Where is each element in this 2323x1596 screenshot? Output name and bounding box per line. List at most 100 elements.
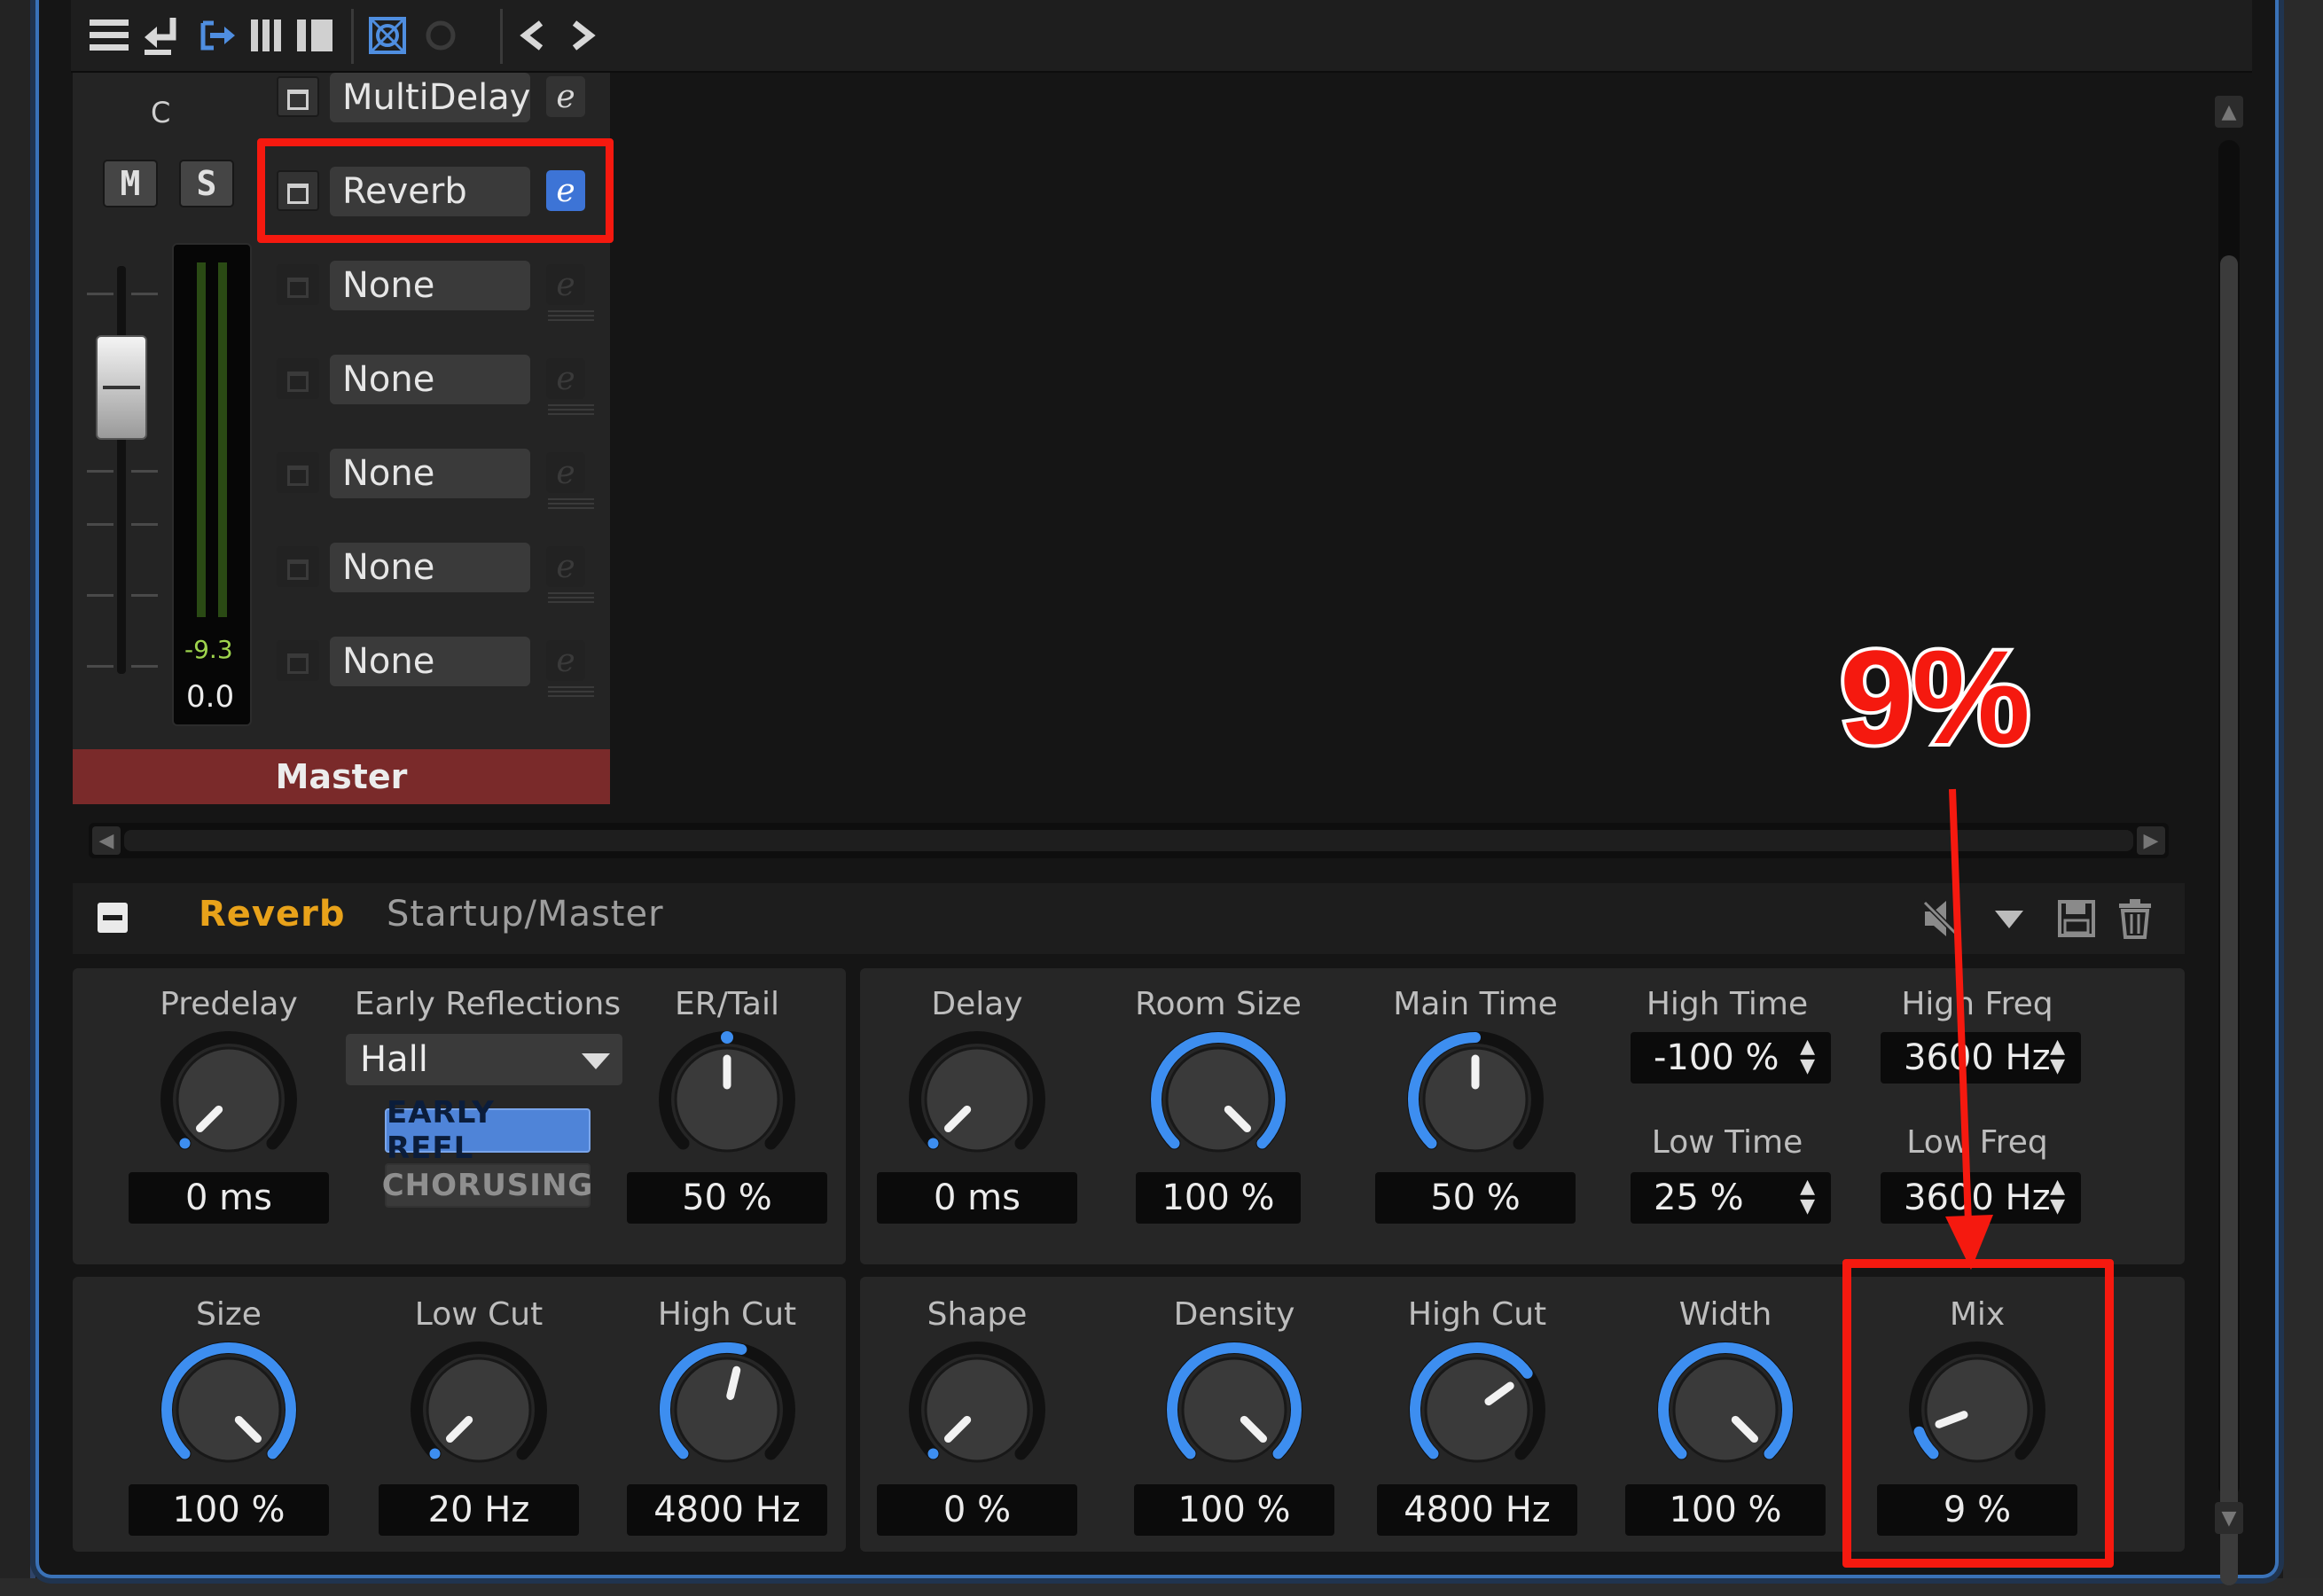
tail-high-cut-knob[interactable] [1406,1339,1548,1481]
low-time-stepper[interactable]: 25 % ▲ ▼ [1631,1172,1831,1224]
edit-insert-icon[interactable]: e [546,546,585,587]
insert-bypass-toggle[interactable] [277,76,319,117]
delay-value[interactable]: 0 ms [877,1172,1077,1224]
collapse-icon[interactable] [98,903,128,933]
er-tail-knob[interactable] [656,1029,798,1170]
high-freq-stepper[interactable]: 3600 Hz ▲ ▼ [1881,1032,2081,1084]
insert-slot-3[interactable]: None e [273,255,603,323]
next-icon[interactable] [562,11,601,60]
insert-name[interactable]: None [330,543,530,592]
insert-bypass-toggle[interactable] [277,640,319,681]
save-icon[interactable] [2053,896,2100,942]
insert-bypass-toggle[interactable] [277,452,319,493]
callout-text: 9% [1836,619,2034,775]
insert-slot-7[interactable]: None e [273,631,603,699]
low-time-value: 25 % [1654,1177,1744,1218]
scroll-right-icon[interactable]: ▶ [2137,826,2165,855]
trash-icon[interactable] [2114,896,2156,942]
horizontal-scroll-thumb[interactable] [124,830,2133,851]
drag-grip-icon[interactable] [548,498,594,511]
room-size-knob[interactable] [1147,1029,1289,1170]
room-size-label: Room Size [1135,986,1302,1022]
drag-grip-icon[interactable] [548,404,594,417]
drag-grip-icon[interactable] [548,310,594,323]
size-value[interactable]: 100 % [129,1484,329,1536]
edit-insert-icon[interactable]: e [546,264,585,305]
insert-slot-1[interactable]: MultiDelay e [273,67,603,128]
density-value[interactable]: 100 % [1134,1484,1334,1536]
insert-slot-6[interactable]: None e [273,537,603,605]
insert-name[interactable]: MultiDelay [330,73,530,122]
high-cut-knob[interactable] [656,1339,798,1481]
vertical-scroll-thumb[interactable] [2220,255,2238,1585]
early-reflections-selected: Hall [360,1039,428,1080]
pan-readout[interactable]: C [151,96,170,129]
delay-knob[interactable] [906,1029,1048,1170]
columns-narrow-icon[interactable] [246,11,287,60]
predelay-value[interactable]: 0 ms [129,1172,329,1224]
room-size-value[interactable]: 100 % [1136,1172,1301,1224]
density-knob[interactable] [1163,1339,1305,1481]
level-meter: -9.3 0.0 [172,243,252,726]
predelay-knob[interactable] [158,1029,300,1170]
stepper-arrows-icon[interactable]: ▲ ▼ [2050,1037,2065,1076]
high-time-stepper[interactable]: -100 % ▲ ▼ [1631,1032,1831,1084]
insert-name[interactable]: None [330,355,530,404]
low-freq-stepper[interactable]: 3600 Hz ▲ ▼ [1881,1172,2081,1224]
edit-insert-icon[interactable]: e [546,358,585,399]
low-cut-value[interactable]: 20 Hz [379,1484,579,1536]
vertical-scrollbar[interactable]: ▲ ▼ [2210,96,2249,1585]
insert-name[interactable]: None [330,637,530,686]
early-refl-toggle[interactable]: EARLY REFL [385,1095,591,1166]
preset-name[interactable]: Startup/Master [387,894,664,935]
stepper-arrows-icon[interactable]: ▲ ▼ [2050,1177,2065,1217]
chorusing-toggle[interactable]: CHORUSING [382,1163,592,1208]
mute-speaker-icon[interactable] [1917,896,1965,942]
columns-wide-icon[interactable] [293,11,337,60]
early-reflections-select[interactable]: Hall [346,1034,622,1085]
shape-knob[interactable] [906,1339,1048,1481]
menu-icon[interactable] [87,11,131,60]
preset-menu-icon[interactable] [1988,896,2030,942]
high-freq-value: 3600 Hz [1904,1037,2051,1078]
export-icon[interactable] [197,11,238,60]
scroll-down-icon[interactable]: ▼ [2215,1502,2243,1534]
link-channels-icon[interactable] [365,11,410,60]
insert-bypass-toggle[interactable] [277,264,319,305]
insert-bypass-toggle[interactable] [277,358,319,399]
tail-high-cut-value[interactable]: 4800 Hz [1377,1484,1577,1536]
solo-button[interactable]: S [179,160,234,207]
insert-slot-5[interactable]: None e [273,443,603,511]
size-knob[interactable] [158,1339,300,1481]
er-tail-value[interactable]: 50 % [627,1172,827,1224]
meter-peak-readout[interactable]: -9.3 [184,635,233,664]
gain-readout[interactable]: 0.0 [186,679,234,715]
edit-insert-icon[interactable]: e [546,452,585,493]
drag-grip-icon[interactable] [548,686,594,699]
edit-insert-icon[interactable]: e [546,76,585,117]
volume-fader-handle[interactable] [96,335,147,440]
main-time-knob[interactable] [1404,1029,1546,1170]
insert-slot-4[interactable]: None e [273,349,603,417]
low-cut-knob[interactable] [408,1339,550,1481]
sync-icon[interactable] [418,11,463,60]
high-cut-value[interactable]: 4800 Hz [627,1484,827,1536]
scroll-up-icon[interactable]: ▲ [2215,96,2243,128]
width-knob[interactable] [1654,1339,1796,1481]
stepper-arrows-icon[interactable]: ▲ ▼ [1800,1177,1815,1217]
drag-grip-icon[interactable] [548,592,594,605]
volume-fader-track[interactable] [117,266,126,674]
horizontal-scrollbar[interactable]: ◀ ▶ [89,823,2169,858]
stepper-arrows-icon[interactable]: ▲ ▼ [1800,1037,1815,1076]
mute-button[interactable]: M [103,160,158,207]
scroll-left-icon[interactable]: ◀ [92,826,121,855]
width-value[interactable]: 100 % [1625,1484,1826,1536]
return-icon[interactable] [140,11,184,60]
insert-name[interactable]: None [330,449,530,498]
shape-value[interactable]: 0 % [877,1484,1077,1536]
previous-icon[interactable] [514,11,553,60]
insert-name[interactable]: None [330,261,530,310]
insert-bypass-toggle[interactable] [277,546,319,587]
main-time-value[interactable]: 50 % [1375,1172,1576,1224]
edit-insert-icon[interactable]: e [546,640,585,681]
